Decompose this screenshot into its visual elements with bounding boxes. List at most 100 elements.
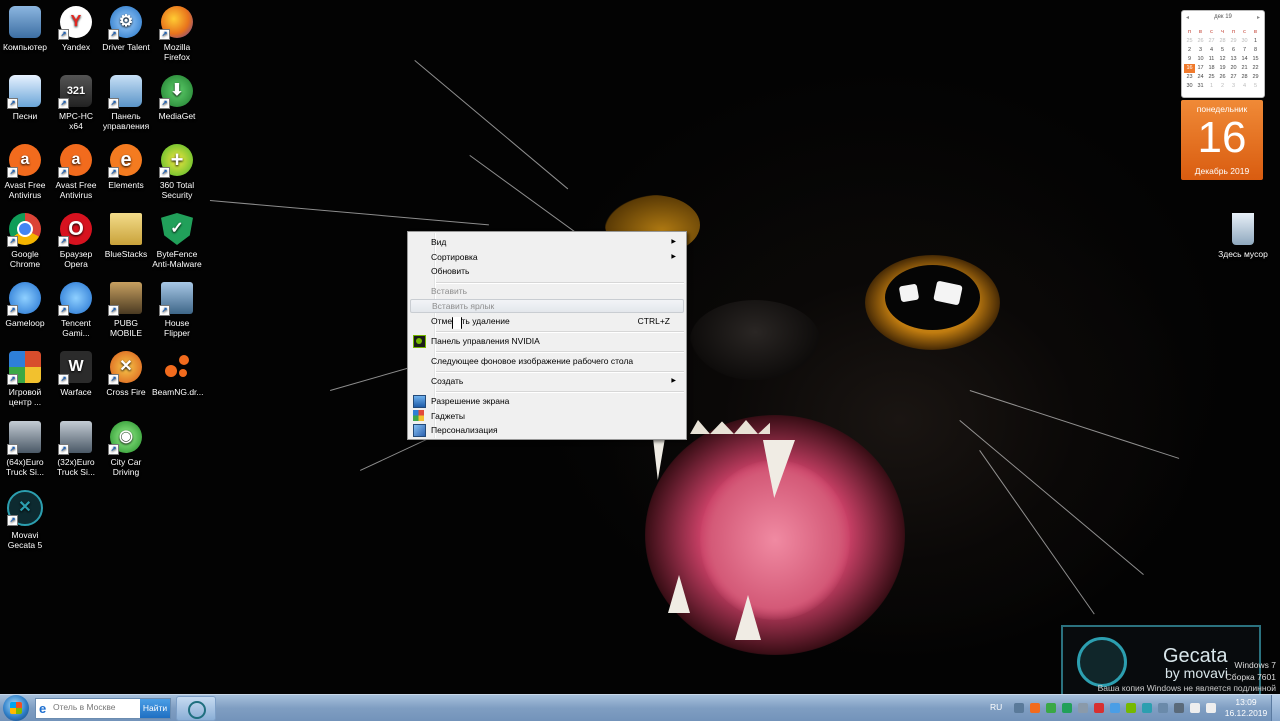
calendar-day-cell[interactable]: 4 — [1239, 82, 1250, 91]
tray-nvidia-icon[interactable] — [1126, 703, 1136, 713]
menu-item-refresh[interactable]: Обновить — [410, 264, 682, 278]
desktop-icon-gecata[interactable]: ✕ ↗ Movavi Gecata 5 — [0, 490, 50, 550]
calendar-day-cell[interactable]: 2 — [1184, 46, 1195, 55]
calendar-day-cell[interactable]: 29 — [1228, 37, 1239, 46]
desktop-icon-avast-2[interactable]: a ↗ Avast Free Antivirus — [51, 144, 101, 200]
desktop-icon-chrome[interactable]: ↗ Google Chrome — [0, 213, 50, 269]
search-input[interactable]: Отель в Москве — [53, 702, 116, 712]
tray-monitor-icon[interactable] — [1158, 703, 1168, 713]
show-desktop-button[interactable] — [1271, 695, 1280, 721]
calendar-day-cell[interactable]: 27 — [1228, 73, 1239, 82]
calendar-day-cell[interactable]: 30 — [1184, 82, 1195, 91]
calendar-day-cell[interactable]: 26 — [1217, 73, 1228, 82]
desktop-icon-gameloop[interactable]: ↗ Gameloop — [0, 282, 50, 328]
menu-item-undo-delete[interactable]: Отменить удаление CTRL+Z — [410, 314, 682, 328]
next-month-icon[interactable]: ▸ — [1257, 14, 1260, 21]
tray-network-bars-icon[interactable] — [1190, 703, 1200, 713]
calendar-day-cell[interactable]: 1 — [1250, 37, 1261, 46]
desktop-icon-driver-talent[interactable]: ⚙ ↗ Driver Talent — [101, 6, 151, 52]
tray-globe-icon[interactable] — [1110, 703, 1120, 713]
desktop-icon-tencent[interactable]: ↗ Tencent Gami... — [51, 282, 101, 338]
desktop-icon-ets-32[interactable]: ↗ (32x)Euro Truck Si... — [51, 421, 101, 477]
desktop-icon-bytefence[interactable]: ✓ ByteFence Anti-Malware — [152, 213, 202, 269]
desktop-icon-yandex[interactable]: Y ↗ Yandex — [51, 6, 101, 52]
calendar-day-cell[interactable]: 12 — [1217, 55, 1228, 64]
tray-network-icon[interactable] — [1014, 703, 1024, 713]
desktop-icon-ets-64[interactable]: ↗ (64x)Euro Truck Si... — [0, 421, 50, 477]
tray-avast-icon[interactable] — [1030, 703, 1040, 713]
desktop-icon-beamng[interactable]: BeamNG.dr... — [152, 351, 204, 397]
desktop-icon-city-car-driving[interactable]: ◉ ↗ City Car Driving — [101, 421, 151, 477]
search-button[interactable]: Найти — [140, 699, 170, 718]
calendar-day-cell[interactable]: 5 — [1217, 46, 1228, 55]
calendar-day-cell[interactable]: 11 — [1206, 55, 1217, 64]
tray-volume-icon[interactable] — [1206, 703, 1216, 713]
menu-item-create[interactable]: Создать ▶ — [410, 374, 682, 388]
calendar-day-cell[interactable]: 1 — [1206, 82, 1217, 91]
tray-gecata-icon[interactable] — [1142, 703, 1152, 713]
tray-shield-icon[interactable] — [1062, 703, 1072, 713]
desktop-icon-pubg[interactable]: ↗ PUBG MOBILE — [101, 282, 151, 338]
menu-item-paste-shortcut[interactable]: Вставить ярлык — [410, 299, 684, 313]
calendar-day-cell[interactable]: 29 — [1250, 73, 1261, 82]
desktop-icon-bluestacks[interactable]: BlueStacks — [101, 213, 151, 259]
desktop-icon-mediaget[interactable]: ⬇ ↗ MediaGet — [152, 75, 202, 121]
calendar-day-cell[interactable]: 21 — [1239, 64, 1250, 73]
clock[interactable]: 13:09 16.12.2019 — [1222, 697, 1270, 719]
taskbar-app-gecata[interactable] — [176, 696, 216, 721]
desktop-icon-360-security[interactable]: + ↗ 360 Total Security — [152, 144, 202, 200]
menu-item-gadgets[interactable]: Гаджеты — [410, 409, 682, 423]
menu-item-next-background[interactable]: Следующее фоновое изображение рабочего с… — [410, 354, 682, 368]
menu-item-personalize[interactable]: Персонализация — [410, 423, 682, 437]
calendar-day-cell[interactable]: 8 — [1250, 46, 1261, 55]
calendar-day-cell[interactable]: 23 — [1184, 73, 1195, 82]
calendar-day-cell[interactable]: 25 — [1206, 73, 1217, 82]
tray-error-icon[interactable] — [1094, 703, 1104, 713]
start-button[interactable] — [3, 695, 29, 721]
tray-flag-icon[interactable] — [1174, 703, 1184, 713]
calendar-day-cell[interactable]: 13 — [1228, 55, 1239, 64]
menu-item-paste[interactable]: Вставить — [410, 284, 682, 298]
calendar-day-cell[interactable]: 18 — [1206, 64, 1217, 73]
calendar-day-cell[interactable]: 5 — [1250, 82, 1261, 91]
desktop-icon-avast-1[interactable]: a ↗ Avast Free Antivirus — [0, 144, 50, 200]
calendar-day-cell[interactable]: 28 — [1239, 73, 1250, 82]
desktop-icon-recycle-bin[interactable]: Здесь мусор — [1216, 213, 1270, 259]
calendar-day-cell[interactable]: 10 — [1195, 55, 1206, 64]
calendar-day-cell[interactable]: 30 — [1239, 37, 1250, 46]
calendar-day-cell[interactable]: 2 — [1217, 82, 1228, 91]
desktop-icon-warface[interactable]: W ↗ Warface — [51, 351, 101, 397]
calendar-day-cell[interactable]: 6 — [1228, 46, 1239, 55]
desktop-icon-mpc-hc[interactable]: 321 ↗ MPC-HC x64 — [51, 75, 101, 131]
menu-item-nvidia[interactable]: Панель управления NVIDIA — [410, 334, 682, 348]
desktop-icon-firefox[interactable]: ↗ Mozilla Firefox — [152, 6, 202, 62]
calendar-day-cell[interactable]: 20 — [1228, 64, 1239, 73]
calendar-day-cell[interactable]: 27 — [1206, 37, 1217, 46]
tray-mediaget-icon[interactable] — [1046, 703, 1056, 713]
calendar-day-cell[interactable]: 15 — [1250, 55, 1261, 64]
calendar-day-cell[interactable]: 14 — [1239, 55, 1250, 64]
tray-app-icon[interactable] — [1078, 703, 1088, 713]
calendar-day-cell[interactable]: 17 — [1195, 64, 1206, 73]
calendar-day-cell[interactable]: 7 — [1239, 46, 1250, 55]
calendar-day-cell[interactable]: 3 — [1228, 82, 1239, 91]
desktop-icon-crossfire[interactable]: ✕ ↗ Cross Fire — [101, 351, 151, 397]
desktop-icon-house-flipper[interactable]: ↗ House Flipper — [152, 282, 202, 338]
menu-item-view[interactable]: Вид ▶ — [410, 235, 682, 249]
calendar-day-cell[interactable]: 22 — [1250, 64, 1261, 73]
calendar-day-cell[interactable]: 3 — [1195, 46, 1206, 55]
calendar-day-cell[interactable]: 16 — [1184, 64, 1195, 73]
language-indicator[interactable]: RU — [990, 702, 1002, 712]
desktop-icon-control-panel[interactable]: ↗ Панель управления — [101, 75, 151, 131]
desktop-icon-computer[interactable]: Компьютер — [0, 6, 50, 52]
calendar-day-cell[interactable]: 19 — [1217, 64, 1228, 73]
desktop-icon-game-center[interactable]: ↗ Игровой центр ... — [0, 351, 50, 407]
menu-item-sort[interactable]: Сортировка ▶ — [410, 250, 682, 264]
desktop[interactable]: Компьютер Y ↗ Yandex ⚙ ↗ Driver Talent ↗ M… — [0, 0, 1280, 694]
calendar-day-cell[interactable]: 28 — [1217, 37, 1228, 46]
calendar-day-cell[interactable]: 26 — [1195, 37, 1206, 46]
calendar-day-cell[interactable]: 31 — [1195, 82, 1206, 91]
menu-item-screen-resolution[interactable]: Разрешение экрана — [410, 394, 682, 408]
calendar-day-cell[interactable]: 24 — [1195, 73, 1206, 82]
desktop-icon-elements[interactable]: e ↗ Elements — [101, 144, 151, 190]
